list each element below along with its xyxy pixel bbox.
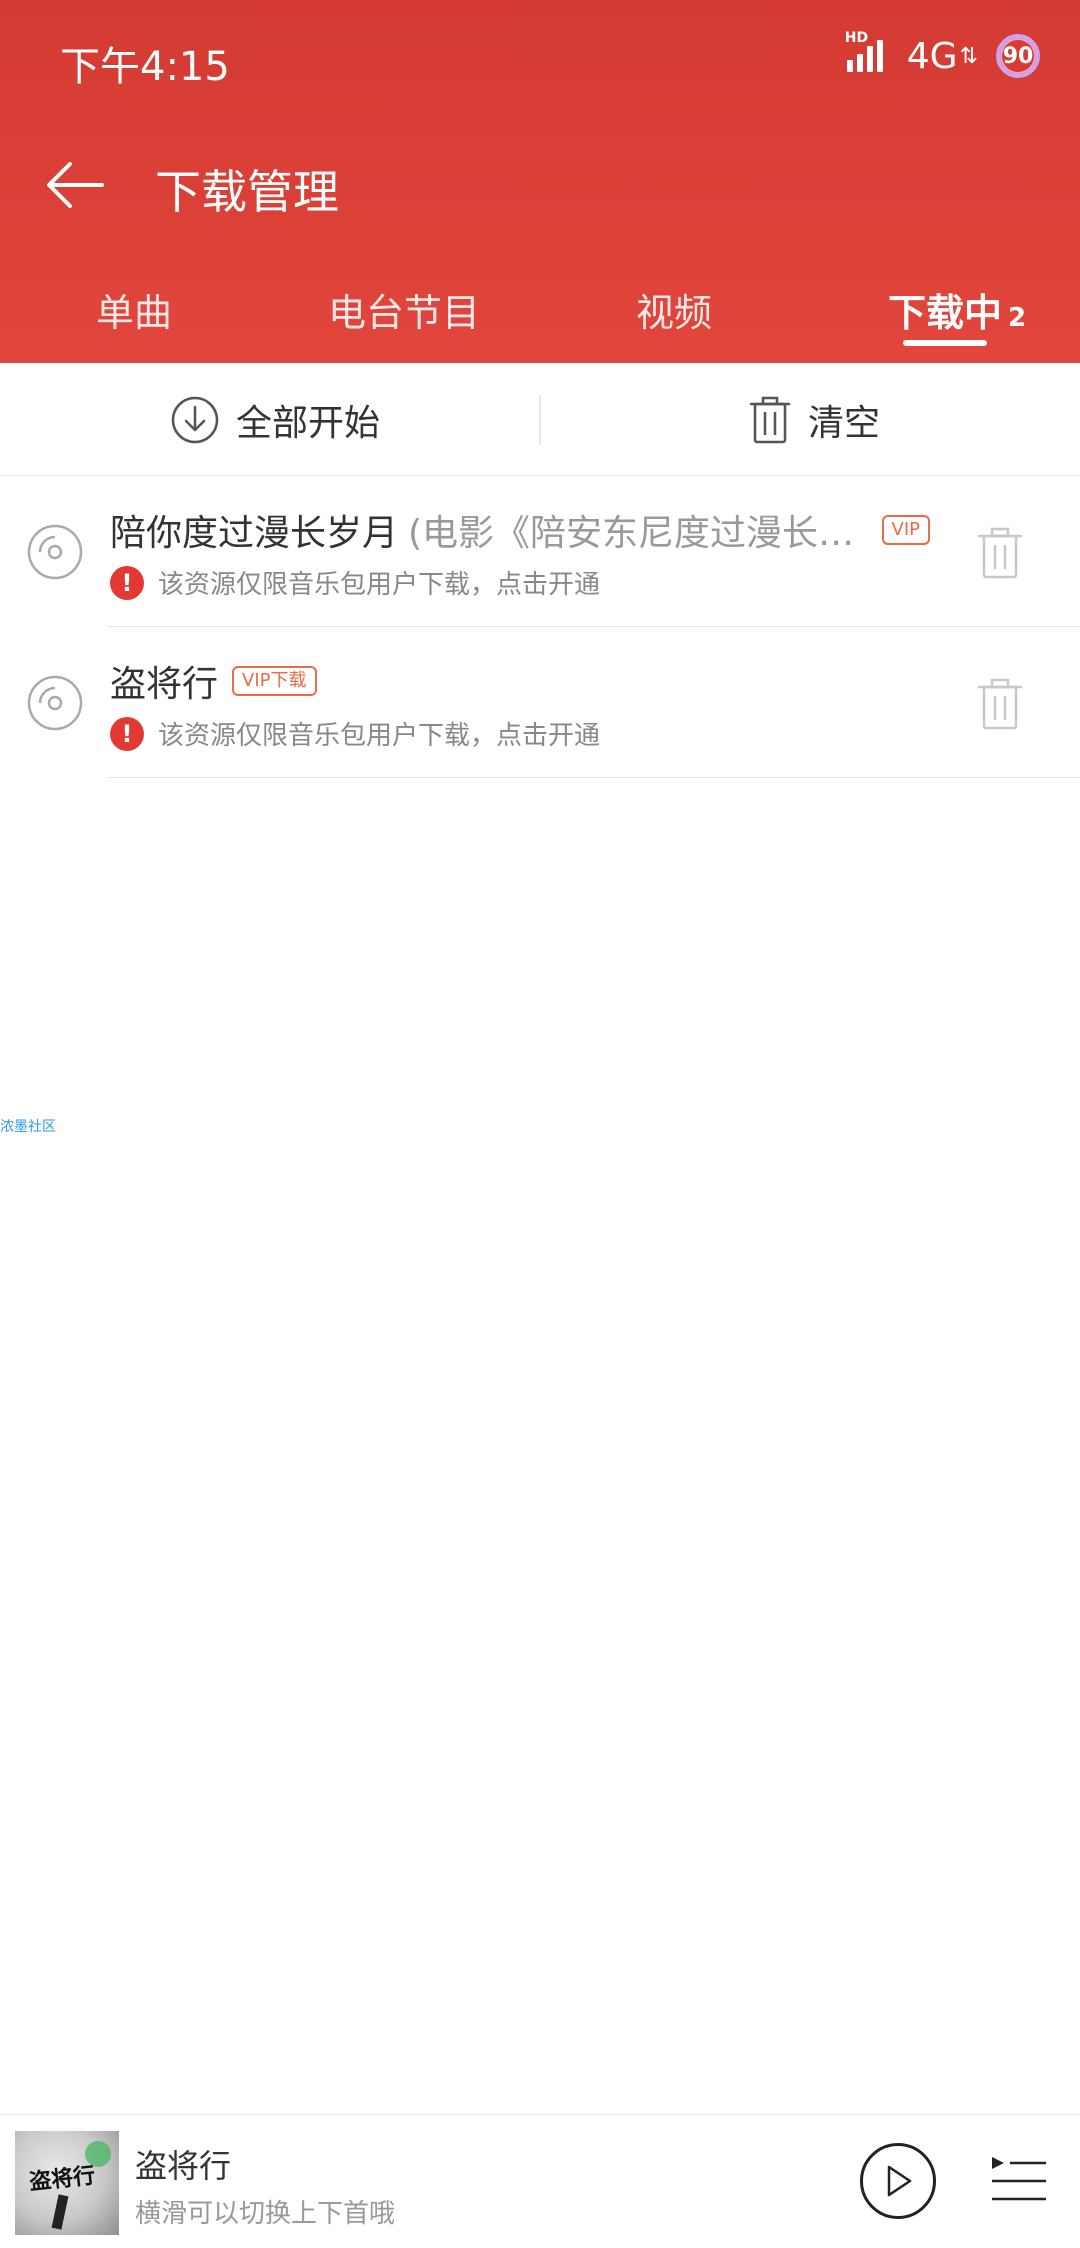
delete-button[interactable]	[976, 526, 1024, 580]
start-all-button[interactable]: 全部开始	[170, 363, 380, 476]
vip-download-tag: VIP下载	[232, 666, 317, 696]
player-hint: 横滑可以切换上下首哦	[135, 2199, 396, 2229]
watermark: 浓墨社区	[0, 1119, 56, 1135]
album-art[interactable]: 盗将行	[15, 2131, 119, 2235]
vip-warning[interactable]: ! 该资源仅限音乐包用户下载，点击开通	[110, 564, 600, 601]
warning-icon: !	[110, 716, 144, 751]
status-icons: HD 4G ⇅ 90	[845, 30, 1040, 78]
page-title: 下载管理	[155, 165, 339, 219]
song-title: 盗将行	[110, 664, 219, 705]
download-circle-icon	[171, 396, 219, 443]
clear-button[interactable]: 清空	[748, 363, 880, 476]
header: 下午4:15 HD 4G ⇅ 90 下载管理 单曲 电台节目 视频 下载中 2	[0, 0, 1080, 363]
tab-count-badge: 2	[1008, 303, 1027, 333]
song-line: 陪你度过漫长岁月 (电影《陪安东尼度过漫长岁... VIP	[110, 504, 930, 556]
status-bar: 下午4:15 HD 4G ⇅ 90	[0, 0, 1080, 120]
warning-text: 该资源仅限音乐包用户下载，点击开通	[158, 570, 601, 600]
tab-video[interactable]: 视频	[636, 282, 712, 337]
album-art-figure	[51, 2194, 69, 2230]
delete-button[interactable]	[976, 677, 1024, 731]
warning-text: 该资源仅限音乐包用户下载，点击开通	[158, 721, 601, 751]
song-title: 陪你度过漫长岁月	[110, 513, 399, 554]
titlebar: 下载管理	[0, 130, 1080, 240]
trash-icon	[749, 396, 791, 443]
clear-label: 清空	[808, 402, 881, 444]
list-item[interactable]: 陪你度过漫长岁月 (电影《陪安东尼度过漫长岁... VIP ! 该资源仅限音乐包…	[0, 476, 1080, 627]
start-all-label: 全部开始	[236, 402, 381, 444]
song-line: 盗将行 VIP下载	[110, 655, 317, 707]
album-art-title: 盗将行	[28, 2162, 97, 2196]
play-icon	[887, 2165, 912, 2197]
disc-icon	[27, 675, 83, 731]
tab-downloading[interactable]: 下载中 2	[888, 282, 1026, 337]
tab-label: 单曲	[96, 291, 173, 335]
mini-player[interactable]: 盗将行 盗将行 横滑可以切换上下首哦	[0, 2114, 1080, 2248]
action-divider	[539, 395, 541, 445]
list-separator	[108, 777, 1080, 778]
disc-icon	[27, 524, 83, 580]
signal-icon: HD	[845, 30, 889, 76]
vip-warning[interactable]: ! 该资源仅限音乐包用户下载，点击开通	[110, 715, 600, 752]
back-arrow-icon	[47, 162, 104, 208]
tab-label: 视频	[636, 291, 713, 335]
tab-bar: 单曲 电台节目 视频 下载中 2	[0, 270, 1080, 363]
active-tab-indicator	[903, 340, 987, 346]
hd-label: HD	[844, 30, 869, 46]
player-song-title: 盗将行	[135, 2147, 232, 2185]
tab-label: 电台节目	[328, 291, 481, 335]
network-label: 4G	[906, 35, 958, 77]
battery-indicator: 90	[996, 34, 1040, 78]
network-indicator: 4G ⇅	[907, 36, 978, 77]
status-time: 下午4:15	[60, 44, 230, 90]
song-subtitle: (电影《陪安东尼度过漫长岁...	[408, 513, 868, 554]
playlist-button[interactable]	[990, 2153, 1048, 2209]
tab-radio[interactable]: 电台节目	[328, 282, 480, 337]
warning-icon: !	[110, 565, 144, 600]
data-arrows-icon: ⇅	[959, 43, 978, 69]
action-bar: 全部开始 清空	[0, 363, 1080, 476]
play-button[interactable]	[860, 2143, 936, 2219]
list-item[interactable]: 盗将行 VIP下载 ! 该资源仅限音乐包用户下载，点击开通	[0, 627, 1080, 778]
tab-singles[interactable]: 单曲	[96, 282, 172, 337]
vip-tag: VIP	[881, 515, 930, 545]
download-list: 陪你度过漫长岁月 (电影《陪安东尼度过漫长岁... VIP ! 该资源仅限音乐包…	[0, 476, 1080, 778]
back-button[interactable]	[40, 150, 110, 220]
tab-label: 下载中	[888, 291, 1003, 335]
